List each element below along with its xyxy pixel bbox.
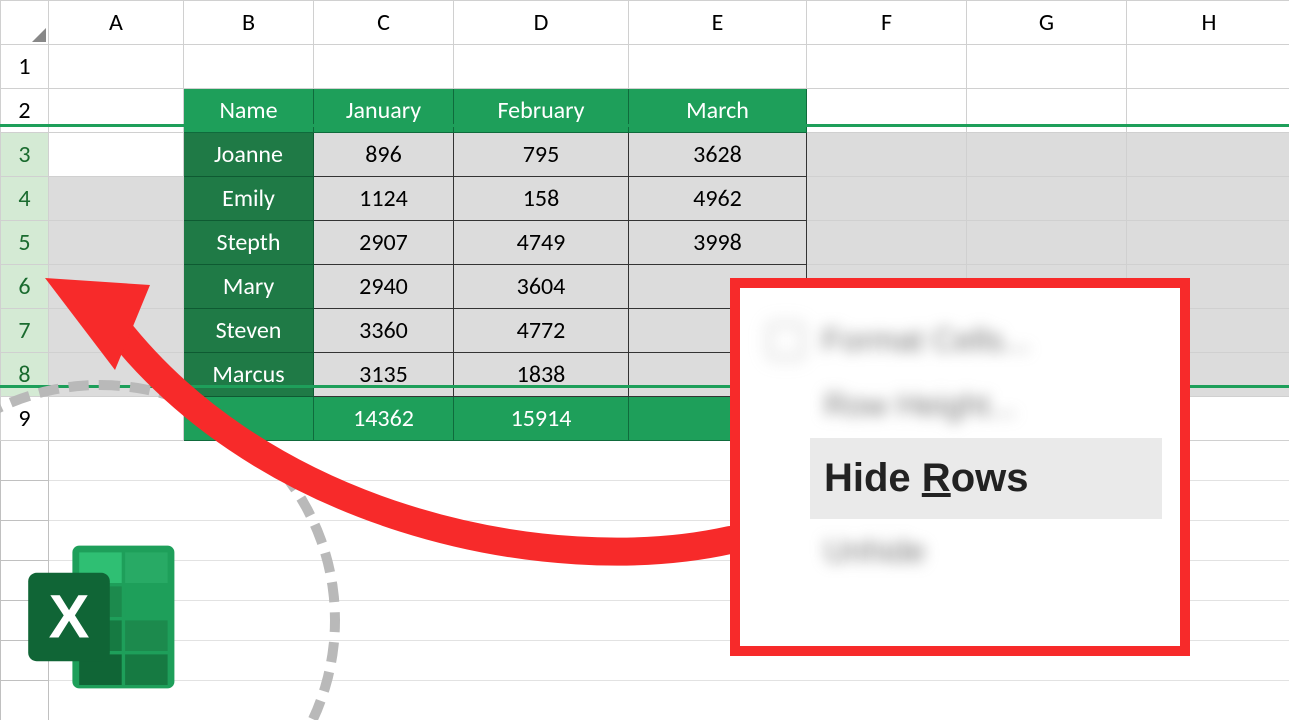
- cell-A4[interactable]: [49, 177, 184, 221]
- context-menu-callout: Format Cells... Row Height... Hide Rows …: [730, 278, 1190, 656]
- row-1: 1: [1, 45, 1289, 89]
- menu-label-suffix: ows: [951, 456, 1029, 500]
- data-cell[interactable]: 795: [454, 133, 629, 177]
- context-menu-item-unhide[interactable]: Unhide: [758, 519, 1162, 584]
- cell-G3[interactable]: [967, 133, 1127, 177]
- row-3: 3 Joanne 896 795 3628: [1, 133, 1289, 177]
- excel-x-letter: X: [49, 582, 90, 650]
- col-header-B[interactable]: B: [184, 1, 314, 45]
- menu-label: Unhide: [824, 533, 925, 570]
- name-cell[interactable]: Emily: [184, 177, 314, 221]
- data-cell[interactable]: 4772: [454, 309, 629, 353]
- table-header-mar[interactable]: March: [629, 89, 807, 133]
- total-cell[interactable]: 14362: [314, 397, 454, 441]
- column-header-row: A B C D E F G H: [1, 1, 1289, 45]
- row-header-blank[interactable]: [1, 441, 49, 481]
- data-cell[interactable]: 1124: [314, 177, 454, 221]
- cell-A3[interactable]: [49, 133, 184, 177]
- menu-label-underline: R: [922, 456, 951, 500]
- col-header-D[interactable]: D: [454, 1, 629, 45]
- row-header-5[interactable]: 5: [1, 221, 49, 265]
- cell-D1[interactable]: [454, 45, 629, 89]
- row-2: 2 Name January February March: [1, 89, 1289, 133]
- total-name-cell[interactable]: [184, 397, 314, 441]
- row-header-7[interactable]: 7: [1, 309, 49, 353]
- data-cell[interactable]: 3135: [314, 353, 454, 397]
- context-menu-item-row-height[interactable]: Row Height...: [758, 373, 1162, 438]
- total-cell[interactable]: 15914: [454, 397, 629, 441]
- table-header-jan[interactable]: January: [314, 89, 454, 133]
- col-header-F[interactable]: F: [807, 1, 967, 45]
- row-header-3[interactable]: 3: [1, 133, 49, 177]
- context-menu-item-format-cells[interactable]: Format Cells...: [758, 308, 1162, 373]
- cell-F1[interactable]: [807, 45, 967, 89]
- name-cell[interactable]: Marcus: [184, 353, 314, 397]
- menu-label-prefix: Hide: [824, 456, 922, 500]
- cell-F3[interactable]: [807, 133, 967, 177]
- data-cell[interactable]: 3628: [629, 133, 807, 177]
- cell-C1[interactable]: [314, 45, 454, 89]
- menu-label: Hide Rows: [824, 456, 1028, 501]
- menu-label: Format Cells...: [822, 322, 1030, 359]
- name-cell[interactable]: Joanne: [184, 133, 314, 177]
- table-header-name[interactable]: Name: [184, 89, 314, 133]
- cell-G5[interactable]: [967, 221, 1127, 265]
- row-4: 4 Emily 1124 158 4962: [1, 177, 1289, 221]
- row-header-1[interactable]: 1: [1, 45, 49, 89]
- name-cell[interactable]: Stepth: [184, 221, 314, 265]
- data-cell[interactable]: 4749: [454, 221, 629, 265]
- cell-A5[interactable]: [49, 221, 184, 265]
- cell-A2[interactable]: [49, 89, 184, 133]
- menu-label: Row Height...: [824, 387, 1016, 424]
- cell-H5[interactable]: [1127, 221, 1289, 265]
- cell-G2[interactable]: [967, 89, 1127, 133]
- cell-F4[interactable]: [807, 177, 967, 221]
- col-header-A[interactable]: A: [49, 1, 184, 45]
- cell-H2[interactable]: [1127, 89, 1289, 133]
- cell-H4[interactable]: [1127, 177, 1289, 221]
- cell-E1[interactable]: [629, 45, 807, 89]
- row-header-8[interactable]: 8: [1, 353, 49, 397]
- cell-A1[interactable]: [49, 45, 184, 89]
- cell-G1[interactable]: [967, 45, 1127, 89]
- cell-F5[interactable]: [807, 221, 967, 265]
- cell-A8[interactable]: [49, 353, 184, 397]
- col-header-C[interactable]: C: [314, 1, 454, 45]
- data-cell[interactable]: 3360: [314, 309, 454, 353]
- data-cell[interactable]: 3604: [454, 265, 629, 309]
- cell-A9[interactable]: [49, 397, 184, 441]
- excel-logo-icon: X: [18, 532, 188, 702]
- data-cell[interactable]: 2940: [314, 265, 454, 309]
- cell-H3[interactable]: [1127, 133, 1289, 177]
- data-cell[interactable]: 1838: [454, 353, 629, 397]
- col-header-G[interactable]: G: [967, 1, 1127, 45]
- cell-A7[interactable]: [49, 309, 184, 353]
- cell-F2[interactable]: [807, 89, 967, 133]
- cell-G4[interactable]: [967, 177, 1127, 221]
- data-cell[interactable]: 2907: [314, 221, 454, 265]
- row-header-2[interactable]: 2: [1, 89, 49, 133]
- name-cell[interactable]: Steven: [184, 309, 314, 353]
- select-all-corner[interactable]: [1, 1, 49, 45]
- row-header-blank[interactable]: [1, 481, 49, 521]
- data-cell[interactable]: 158: [454, 177, 629, 221]
- col-header-E[interactable]: E: [629, 1, 807, 45]
- row-header-6[interactable]: 6: [1, 265, 49, 309]
- cell-H1[interactable]: [1127, 45, 1289, 89]
- table-header-feb[interactable]: February: [454, 89, 629, 133]
- context-menu-item-hide-rows[interactable]: Hide Rows: [810, 438, 1162, 519]
- data-cell[interactable]: 896: [314, 133, 454, 177]
- row-header-4[interactable]: 4: [1, 177, 49, 221]
- row-header-9[interactable]: 9: [1, 397, 49, 441]
- cell-B1[interactable]: [184, 45, 314, 89]
- format-cells-icon: [768, 323, 804, 359]
- row-5: 5 Stepth 2907 4749 3998: [1, 221, 1289, 265]
- cell-A6[interactable]: [49, 265, 184, 309]
- blank-row[interactable]: [49, 681, 1289, 720]
- name-cell[interactable]: Mary: [184, 265, 314, 309]
- data-cell[interactable]: 3998: [629, 221, 807, 265]
- col-header-H[interactable]: H: [1127, 1, 1289, 45]
- data-cell[interactable]: 4962: [629, 177, 807, 221]
